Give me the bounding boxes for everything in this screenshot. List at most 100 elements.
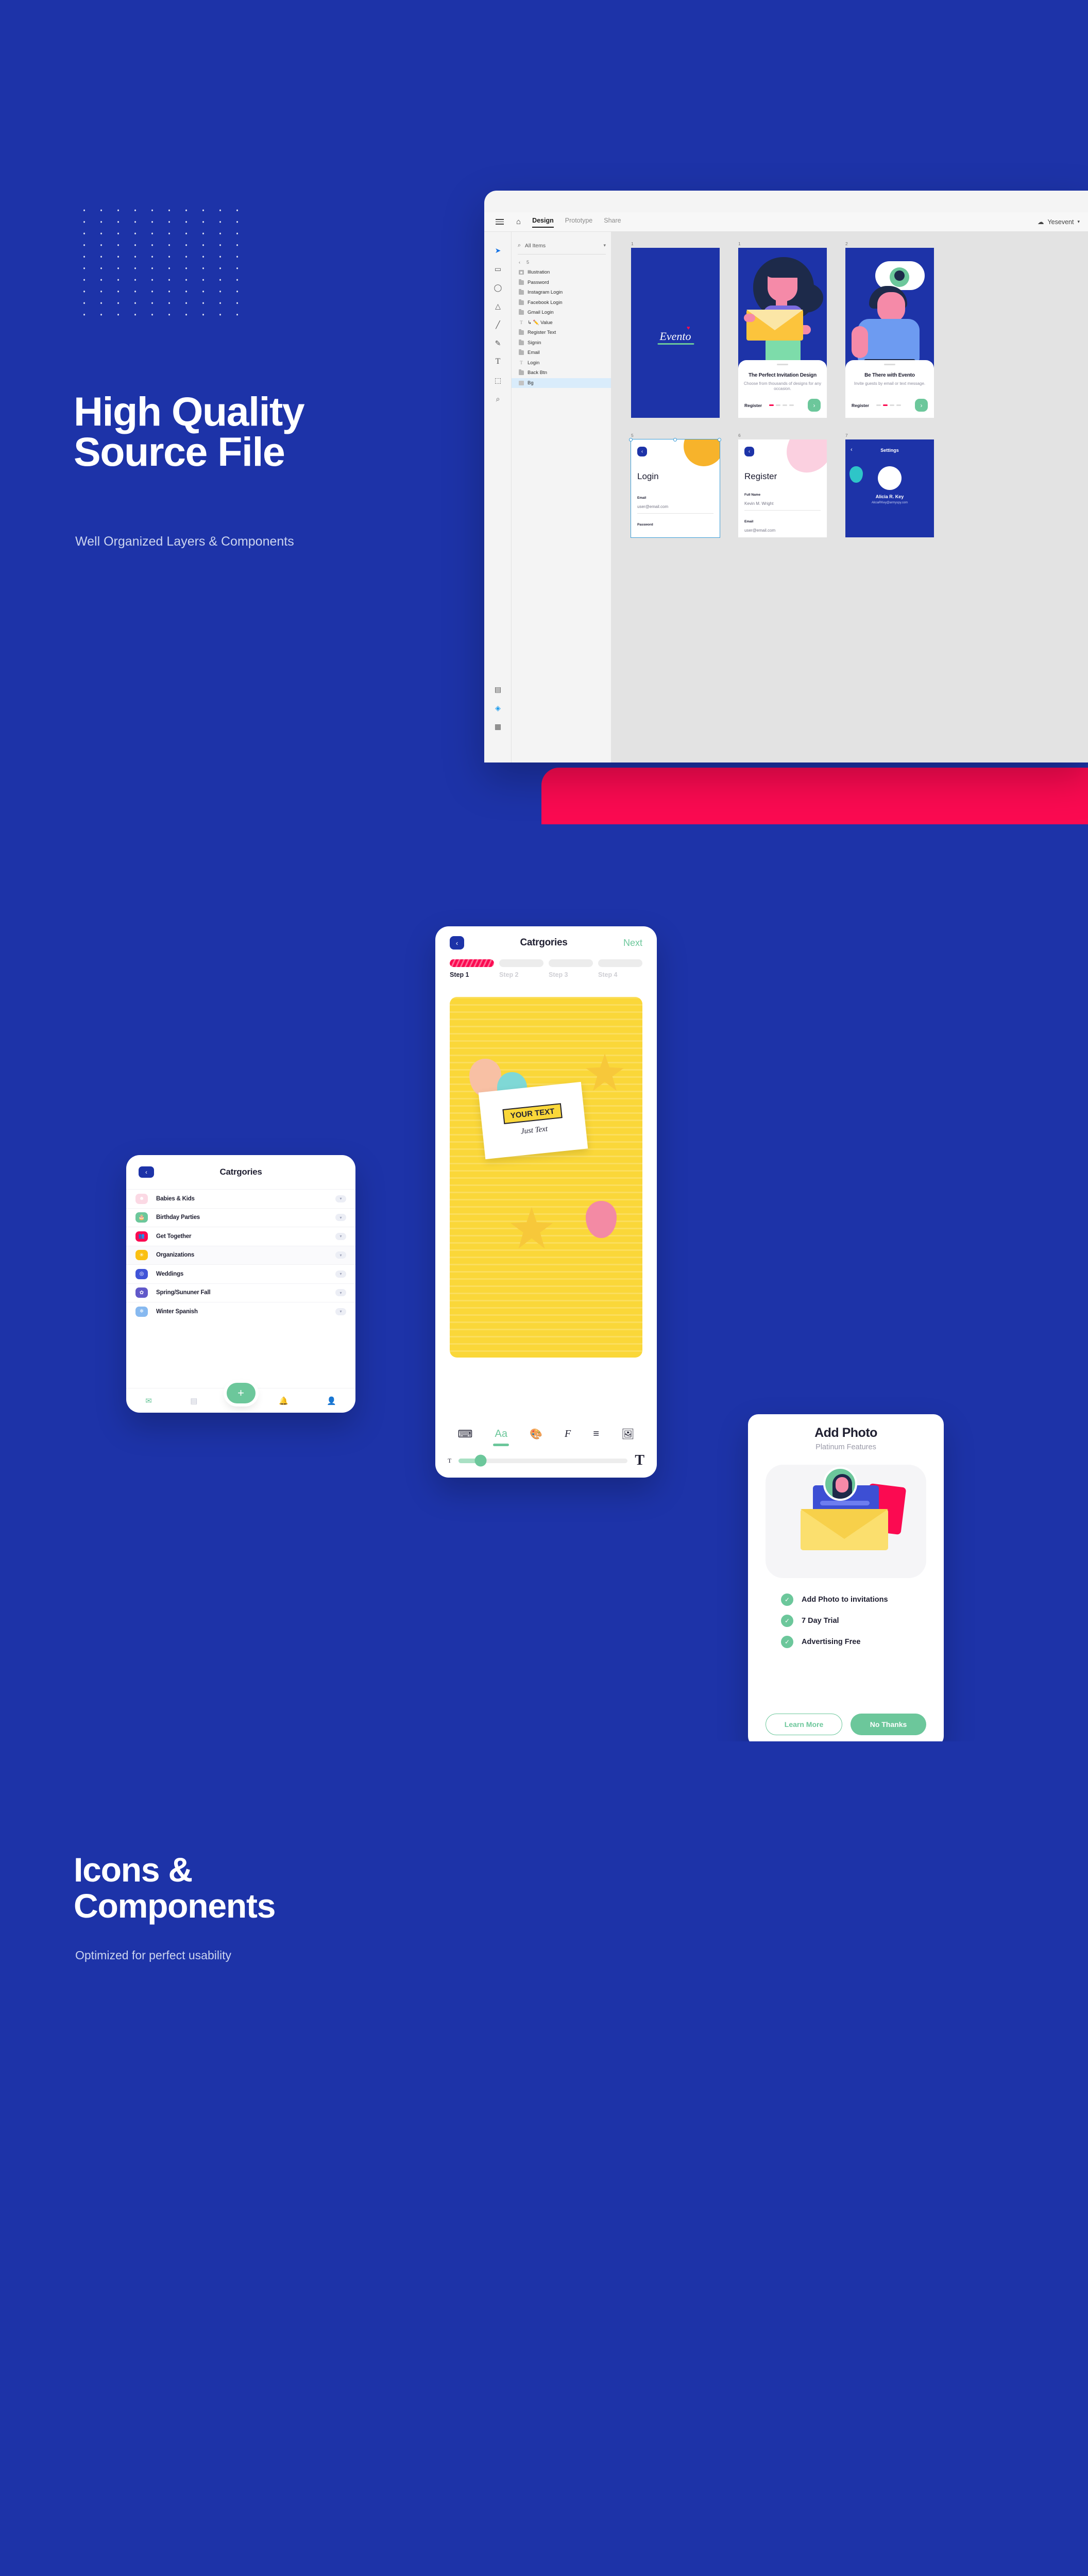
chevron-down-icon[interactable]: ▾ [335, 1308, 346, 1315]
chevron-down-icon[interactable]: ▾ [335, 1270, 346, 1278]
layer-row[interactable]: Back Btn [512, 368, 611, 378]
layer-row[interactable]: Bg [512, 378, 611, 388]
home-icon[interactable]: ⌂ [516, 218, 521, 226]
artboard-onboarding-1[interactable]: 1 The Perfect Invitation Design Choose f… [738, 241, 827, 418]
category-row[interactable]: 👥 Get Together ▾ [126, 1227, 355, 1246]
chevron-down-icon[interactable]: ▾ [335, 1289, 346, 1297]
keyboard-icon[interactable]: ⌨ [458, 1428, 473, 1440]
document-name-menu[interactable]: ☁ Yesevent ▾ [1038, 218, 1080, 226]
category-row[interactable]: ✳ Organizations ▾ [126, 1245, 355, 1264]
step-item[interactable]: Step 1 [450, 959, 494, 978]
layer-name: Bg [528, 380, 534, 386]
email-field[interactable]: user@email.com [744, 528, 775, 533]
plugins-icon[interactable]: ▦ [484, 717, 512, 736]
add-button[interactable]: + [226, 1383, 256, 1403]
slider-handle[interactable] [474, 1454, 487, 1467]
artboard-login[interactable]: 5 ‹ Login Email user@email.com Password [629, 433, 721, 538]
onboarding-title: The Perfect Invitation Design [748, 372, 817, 378]
next-button[interactable]: Next [623, 938, 642, 948]
font-size-icon[interactable]: Aa [493, 1428, 509, 1446]
layer-row[interactable]: Illustration [512, 267, 611, 278]
email-field[interactable]: user@email.com [637, 504, 668, 509]
category-row[interactable]: 🎂 Birthday Parties ▾ [126, 1208, 355, 1227]
palette-icon[interactable]: 🎨 [530, 1428, 542, 1440]
text-sticker-card[interactable]: YOUR TEXT Just Text [478, 1081, 588, 1160]
step-item[interactable]: Step 2 [499, 959, 543, 978]
rectangle-icon[interactable]: ▭ [484, 260, 512, 278]
category-row[interactable]: ✿ Spring/Sununer Fall ▾ [126, 1283, 355, 1302]
cloud-icon: ☁ [1037, 218, 1044, 226]
image-icon[interactable]: 🖼 [621, 1428, 634, 1440]
inbox-icon[interactable]: ✉ [145, 1396, 152, 1405]
onboarding-body: Choose from thousands of designs for any… [743, 381, 822, 392]
invitation-canvas[interactable]: YOUR TEXT Just Text [450, 997, 642, 1358]
breadcrumb[interactable]: ‹ 5 [512, 255, 611, 267]
artboard-onboarding-2[interactable]: 2 Be There with Evento Invite guests by … [845, 241, 934, 418]
back-button[interactable]: ‹ [450, 936, 464, 950]
line-icon[interactable]: ╱ [484, 315, 512, 334]
layer-row[interactable]: Instagram Login [512, 287, 611, 298]
layer-name: ↳ ✏️ Value [528, 319, 553, 326]
category-row[interactable]: ☻ Babies & Kids ▾ [126, 1189, 355, 1208]
step-item[interactable]: Step 4 [598, 959, 642, 978]
layers-icon[interactable]: ◈ [484, 699, 512, 717]
zoom-icon[interactable]: ⌕ [484, 389, 512, 408]
layer-row[interactable]: T Login [512, 358, 611, 368]
select-icon[interactable]: ➤ [484, 241, 512, 260]
hamburger-icon[interactable] [496, 219, 504, 225]
red-accent-slab [541, 768, 1088, 824]
sticker-script-text: Just Text [520, 1125, 548, 1136]
layer-row[interactable]: Signin [512, 338, 611, 348]
layer-row[interactable]: Email [512, 348, 611, 358]
artboard-settings[interactable]: 7 ‹ Settings Alicia R. Key AliciaRKey@ar… [845, 433, 934, 537]
text-icon: T [520, 360, 523, 365]
layer-row[interactable]: Facebook Login [512, 298, 611, 308]
font-family-icon[interactable]: F [565, 1428, 571, 1440]
back-button[interactable]: ‹ [744, 447, 754, 456]
card-actions: Learn More No Thanks [766, 1714, 926, 1735]
chevron-down-icon[interactable]: ▾ [335, 1214, 346, 1222]
no-thanks-button[interactable]: No Thanks [851, 1714, 926, 1735]
layer-row[interactable]: T ↳ ✏️ Value [512, 318, 611, 328]
layer-row[interactable]: Gmail Login [512, 308, 611, 318]
artboard-splash[interactable]: 1 Evento ♥ [631, 241, 720, 418]
next-button[interactable]: › [914, 399, 928, 412]
tab-share[interactable]: Share [604, 217, 621, 227]
register-link[interactable]: Register [744, 403, 762, 408]
pen-icon[interactable]: ✎ [484, 334, 512, 352]
artboard-register[interactable]: 6 ‹ Register Full Name Kevin M. Wright E… [738, 433, 827, 537]
calendar-icon[interactable]: ▤ [190, 1396, 197, 1405]
category-row[interactable]: ❄ Winter Spanish ▾ [126, 1302, 355, 1321]
tab-prototype[interactable]: Prototype [565, 217, 593, 227]
artboard-icon[interactable]: ⬚ [484, 371, 512, 389]
feature-label: 7 Day Trial [802, 1617, 839, 1625]
register-link[interactable]: Register [852, 403, 869, 408]
chevron-left-icon[interactable]: ‹ [519, 260, 520, 265]
layers-panel-icon[interactable]: ▤ [484, 680, 512, 699]
category-row[interactable]: ◎ Weddings ▾ [126, 1264, 355, 1283]
search-icon: ⌕ [518, 242, 521, 248]
layer-row[interactable]: Register Text [512, 328, 611, 338]
text-icon[interactable]: T [484, 352, 512, 371]
polygon-icon[interactable]: △ [484, 297, 512, 315]
girl-envelope-illustration [744, 253, 823, 372]
align-icon[interactable]: ≡ [593, 1428, 599, 1440]
learn-more-button[interactable]: Learn More [766, 1714, 842, 1735]
chevron-down-icon[interactable]: ▾ [335, 1232, 346, 1240]
layers-search[interactable]: ⌕ All Items ▾ [518, 237, 606, 255]
category-label: Birthday Parties [156, 1214, 200, 1221]
bell-icon[interactable]: 🔔 [279, 1396, 288, 1405]
chevron-down-icon[interactable]: ▾ [335, 1195, 346, 1202]
font-size-slider[interactable]: T T [435, 1452, 657, 1469]
layer-row[interactable]: Password [512, 278, 611, 288]
layer-name: Password [528, 279, 549, 285]
chevron-down-icon[interactable]: ▾ [335, 1251, 346, 1259]
profile-icon[interactable]: 👤 [327, 1396, 336, 1405]
back-button[interactable]: ‹ [637, 447, 647, 456]
ellipse-icon[interactable]: ◯ [484, 278, 512, 297]
design-canvas[interactable]: 1 Evento ♥ 1 The Perfect Invitation Desi… [611, 232, 1088, 762]
fullname-field[interactable]: Kevin M. Wright [744, 501, 773, 506]
next-button[interactable]: › [807, 399, 821, 412]
step-item[interactable]: Step 3 [549, 959, 593, 978]
tab-design[interactable]: Design [532, 217, 554, 228]
